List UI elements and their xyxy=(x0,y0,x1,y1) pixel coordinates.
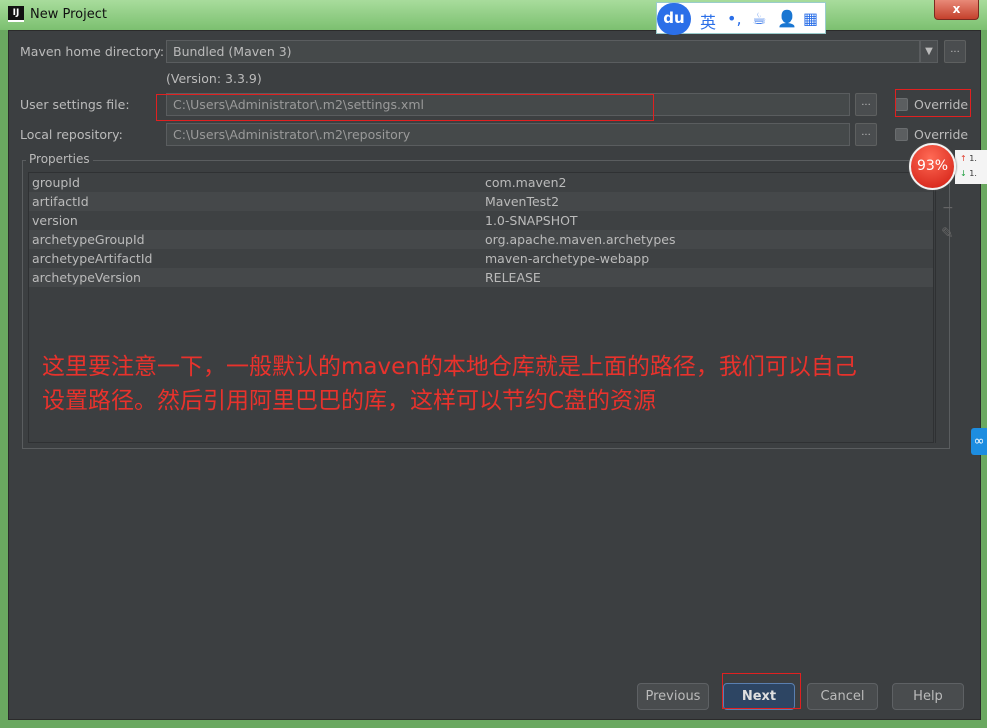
download-speed: 1. xyxy=(969,169,977,178)
property-key: groupId xyxy=(32,175,80,190)
remove-icon[interactable]: − xyxy=(942,200,954,216)
table-row[interactable]: version 1.0-SNAPSHOT xyxy=(29,211,933,230)
property-key: archetypeGroupId xyxy=(32,232,145,247)
ime-menu-icon[interactable]: ▦ xyxy=(803,9,818,28)
user-settings-label: User settings file: xyxy=(20,97,130,112)
highlight-box-settings xyxy=(156,94,654,121)
upload-speed: 1. xyxy=(969,154,977,163)
properties-toolbar: − ✎ xyxy=(935,172,960,443)
ime-skin-icon[interactable]: ☕ xyxy=(752,9,766,28)
maven-home-browse-button[interactable]: ... xyxy=(944,40,966,63)
ime-language-icon[interactable]: 英 xyxy=(700,9,716,33)
ime-toolbar: du 英 •, ☕ 👤 ▦ xyxy=(656,2,826,35)
title-bar: IJ New Project x xyxy=(0,0,987,30)
ime-user-icon[interactable]: 👤 xyxy=(777,9,797,28)
user-settings-browse-button[interactable]: ... xyxy=(855,93,877,116)
previous-button[interactable]: Previous xyxy=(637,683,709,710)
property-key: version xyxy=(32,213,78,228)
property-value: org.apache.maven.archetypes xyxy=(485,232,676,247)
highlight-box-next xyxy=(722,673,801,709)
table-row[interactable]: archetypeGroupId org.apache.maven.archety… xyxy=(29,230,933,249)
memory-speed-ball[interactable]: 93% xyxy=(909,143,956,190)
table-row[interactable]: groupId com.maven2 xyxy=(29,173,933,192)
cancel-button[interactable]: Cancel xyxy=(807,683,878,710)
local-repository-input[interactable]: C:\Users\Administrator\.m2\repository xyxy=(166,123,850,146)
local-repository-browse-button[interactable]: ... xyxy=(855,123,877,146)
chevron-down-icon[interactable]: ▼ xyxy=(920,40,938,63)
annotation-line-2: 设置路径。然后引用阿里巴巴的库，这样可以节约C盘的资源 xyxy=(42,388,657,414)
maven-home-label: Maven home directory: xyxy=(20,44,165,59)
local-repository-override-checkbox[interactable] xyxy=(895,128,908,141)
property-key: archetypeVersion xyxy=(32,270,141,285)
maven-version-text: (Version: 3.3.9) xyxy=(166,71,262,86)
table-row[interactable]: archetypeVersion RELEASE xyxy=(29,268,933,287)
local-repository-label: Local repository: xyxy=(20,127,123,142)
table-row[interactable]: archetypeArtifactId maven-archetype-webap… xyxy=(29,249,933,268)
window-title: New Project xyxy=(30,7,107,22)
local-repository-override-label: Override xyxy=(914,127,969,142)
highlight-box-override xyxy=(895,89,971,117)
edit-pencil-icon[interactable]: ✎ xyxy=(941,224,954,242)
properties-title: Properties xyxy=(26,152,93,166)
property-value: RELEASE xyxy=(485,270,541,285)
close-button[interactable]: x xyxy=(934,0,979,20)
property-value: 1.0-SNAPSHOT xyxy=(485,213,578,228)
table-row[interactable]: artifactId MavenTest2 xyxy=(29,192,933,211)
property-value: MavenTest2 xyxy=(485,194,560,209)
maven-home-select[interactable]: Bundled (Maven 3) xyxy=(166,40,920,63)
annotation-line-1: 这里要注意一下，一般默认的maven的本地仓库就是上面的路径，我们可以自己 xyxy=(42,354,857,380)
property-value: com.maven2 xyxy=(485,175,567,190)
baidu-ime-logo[interactable]: du xyxy=(657,3,691,35)
ime-punctuation-icon[interactable]: •, xyxy=(727,9,742,28)
property-value: maven-archetype-webapp xyxy=(485,251,650,266)
link-widget-icon[interactable]: ∞ xyxy=(971,428,987,455)
property-key: archetypeArtifactId xyxy=(32,251,153,266)
intellij-app-icon: IJ xyxy=(8,6,24,22)
speed-panel: ↑ 1. ↓ 1. xyxy=(955,150,987,184)
help-button[interactable]: Help xyxy=(892,683,964,710)
property-key: artifactId xyxy=(32,194,89,209)
